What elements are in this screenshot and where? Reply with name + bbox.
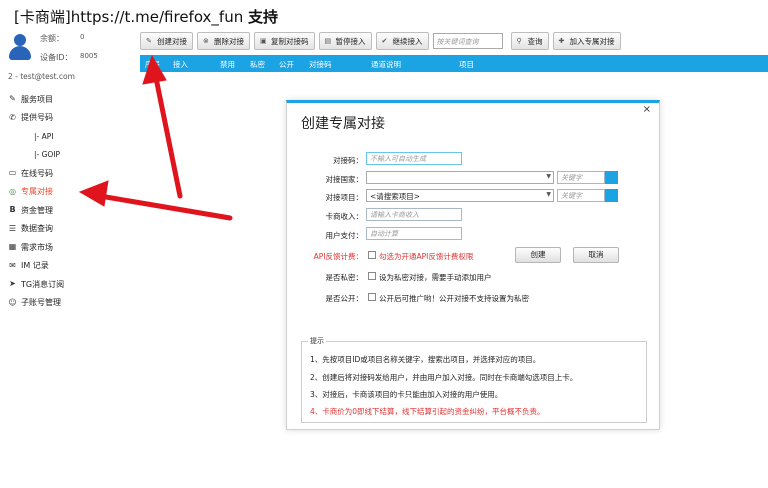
resume-button[interactable]: ✔ 继续接入 bbox=[375, 32, 429, 50]
col-private[interactable]: 私密 bbox=[250, 59, 265, 70]
delete-button[interactable]: ⊗ 删除对接 bbox=[197, 32, 250, 50]
arrow-to-create-button bbox=[153, 75, 183, 199]
cancel-button[interactable]: 取消 bbox=[573, 247, 619, 263]
sidebar-item-api[interactable]: |- API bbox=[0, 127, 138, 146]
sidebar: 余额： 0 设备ID： 8005 2 - test@test.com ✎ 服务项目… bbox=[0, 28, 138, 488]
page: [卡商端]https://t.me/firefox_fun 支持 余额： 0 设… bbox=[0, 0, 768, 488]
sidebar-item-subaccounts[interactable]: ☺ 子账号管理 bbox=[0, 294, 138, 313]
create-button[interactable]: ✎ 创建对接 bbox=[140, 32, 193, 50]
bitcoin-icon: B bbox=[9, 205, 16, 214]
sidebar-item-market[interactable]: ▦ 需求市场 bbox=[0, 238, 138, 257]
country-select[interactable]: ▼ bbox=[366, 171, 554, 184]
pencil-icon: ✎ bbox=[146, 37, 152, 45]
account-email: 2 - test@test.com bbox=[8, 72, 75, 81]
pause-icon: ▤ bbox=[324, 37, 332, 45]
income-label: 卡商收入： bbox=[325, 212, 364, 221]
sidebar-item-data-query[interactable]: ☰ 数据查询 bbox=[0, 220, 138, 239]
chevron-down-icon: ▼ bbox=[546, 191, 551, 198]
private-checkbox[interactable] bbox=[368, 272, 376, 280]
api-billing-label: API反馈计费： bbox=[313, 252, 363, 261]
balance-row: 余额： 0 bbox=[40, 33, 84, 44]
api-billing-checkbox[interactable] bbox=[368, 251, 376, 259]
avatar bbox=[8, 34, 32, 60]
col-index[interactable]: 序号 bbox=[145, 59, 160, 70]
tip-item: 1、先按项目ID或项目名称关键字，搜索出项目，并选择对应的项目。 bbox=[310, 355, 541, 364]
chevron-down-icon: ▼ bbox=[546, 173, 551, 180]
close-icon[interactable]: × bbox=[643, 104, 651, 115]
public-checkbox[interactable] bbox=[368, 293, 376, 301]
country-keyword-input[interactable]: 关键字 bbox=[557, 171, 605, 184]
col-access[interactable]: 接入 bbox=[173, 59, 188, 70]
create-submit-button[interactable]: 创建 bbox=[515, 247, 561, 263]
device-row: 设备ID： 8005 bbox=[40, 52, 98, 63]
tip-item: 2、创建后将对接码发给用户，并由用户加入对接。同时在卡商端勾选项目上卡。 bbox=[310, 373, 578, 382]
tips-box: 提示 1、先按项目ID或项目名称关键字，搜索出项目，并选择对应的项目。 2、创建… bbox=[301, 336, 647, 423]
api-billing-text: 勾选为开通API反馈计费权限 bbox=[379, 252, 474, 261]
mail-icon: ✉ bbox=[9, 260, 16, 270]
sidebar-item-exclusive[interactable]: ◎ 专属对接 bbox=[0, 183, 138, 202]
dialog-title: 创建专属对接 bbox=[301, 116, 385, 132]
col-project[interactable]: 项目 bbox=[459, 59, 474, 70]
users-icon: ☺ bbox=[8, 297, 17, 307]
title-prefix: [卡商端] bbox=[14, 8, 71, 26]
code-field[interactable]: 不输入可自动生成 bbox=[366, 152, 462, 165]
sidebar-item-service[interactable]: ✎ 服务项目 bbox=[0, 90, 138, 109]
add-icon: ✚ bbox=[558, 37, 565, 45]
sidebar-item-im-records[interactable]: ✉ IM 记录 bbox=[0, 257, 138, 276]
sidebar-item-tg-subscribe[interactable]: ➤ TG消息订阅 bbox=[0, 275, 138, 294]
col-code[interactable]: 对接码 bbox=[309, 59, 332, 70]
toolbar: ✎ 创建对接 ⊗ 删除对接 ▣ 复制对接码 ▤ 暂停接入 ✔ 继续接入 按关键词查询 ⚲ 查… bbox=[140, 32, 621, 50]
device-label: 设备ID： bbox=[40, 53, 73, 62]
pay-label: 用户支付： bbox=[325, 231, 364, 240]
sidebar-nav: ✎ 服务项目 ✆ 提供号码 |- API |- GOIP ▭ 在线号码 ◎ 专属对接 B… bbox=[0, 90, 138, 312]
sidebar-item-funds[interactable]: B 资金管理 bbox=[0, 201, 138, 220]
query-button[interactable]: ⚲ 查询 bbox=[510, 32, 549, 50]
project-search-button[interactable] bbox=[605, 189, 618, 202]
copy-code-button[interactable]: ▣ 复制对接码 bbox=[254, 32, 315, 50]
col-disabled[interactable]: 禁用 bbox=[220, 59, 235, 70]
public-text: 公开后可推广哟！公开对接不支持设置为私密 bbox=[379, 294, 529, 303]
check-icon: ✔ bbox=[381, 37, 388, 45]
code-label: 对接码： bbox=[333, 156, 363, 165]
list-icon: ☰ bbox=[8, 223, 17, 233]
device-value: 8005 bbox=[80, 52, 98, 60]
project-keyword-input[interactable]: 关键字 bbox=[557, 189, 605, 202]
private-text: 设为私密对接，需要手动添加用户 bbox=[379, 273, 492, 282]
col-public[interactable]: 公开 bbox=[279, 59, 294, 70]
country-search-button[interactable] bbox=[605, 171, 618, 184]
tip-item: 3、对接后，卡商该项目的卡只能由加入对接的用户使用。 bbox=[310, 390, 503, 399]
window-icon: ▭ bbox=[8, 168, 17, 177]
grid-icon: ▦ bbox=[8, 242, 17, 251]
table-header: 序号 接入 禁用 私密 公开 对接码 通道说明 项目 bbox=[140, 55, 768, 72]
search-input[interactable]: 按关键词查询 bbox=[432, 33, 503, 49]
tips-title: 提示 bbox=[308, 336, 326, 346]
phone-icon: ✆ bbox=[9, 112, 16, 122]
title-suffix: 支持 bbox=[248, 8, 279, 26]
telegram-icon: ➤ bbox=[9, 279, 16, 288]
search-icon: ⚲ bbox=[516, 37, 522, 45]
pay-field[interactable]: 自动计算 bbox=[366, 227, 462, 240]
wrench-icon: ✎ bbox=[9, 94, 16, 103]
create-exclusive-dialog: 创建专属对接 × 对接码： 不输入可自动生成 对接国家： ▼ 关键字 对接项目：… bbox=[286, 100, 660, 430]
col-description[interactable]: 通道说明 bbox=[371, 59, 401, 70]
income-field[interactable]: 请输入卡商收入 bbox=[366, 208, 462, 221]
sidebar-item-provide-number[interactable]: ✆ 提供号码 bbox=[0, 109, 138, 128]
private-label: 是否私密： bbox=[325, 273, 364, 282]
project-label: 对接项目： bbox=[325, 193, 364, 202]
balance-label: 余额： bbox=[40, 34, 64, 43]
balance-value: 0 bbox=[80, 33, 85, 41]
pause-button[interactable]: ▤ 暂停接入 bbox=[318, 32, 372, 50]
page-title: [卡商端]https://t.me/firefox_fun 支持 bbox=[14, 6, 278, 27]
public-label: 是否公开： bbox=[325, 294, 364, 303]
globe-icon: ◎ bbox=[9, 186, 16, 196]
copy-icon: ▣ bbox=[260, 37, 267, 45]
delete-icon: ⊗ bbox=[203, 37, 209, 45]
sidebar-item-goip[interactable]: |- GOIP bbox=[0, 146, 138, 165]
country-label: 对接国家： bbox=[325, 175, 364, 184]
title-url[interactable]: https://t.me/firefox_fun bbox=[71, 8, 244, 26]
project-select[interactable]: <请搜索项目> ▼ bbox=[366, 189, 554, 202]
add-exclusive-button[interactable]: ✚ 加入专属对接 bbox=[552, 32, 621, 50]
tip-item: 4、卡商价为0即线下结算，线下结算引起的资金纠纷，平台概不负责。 bbox=[310, 407, 545, 416]
sidebar-item-online-number[interactable]: ▭ 在线号码 bbox=[0, 164, 138, 183]
